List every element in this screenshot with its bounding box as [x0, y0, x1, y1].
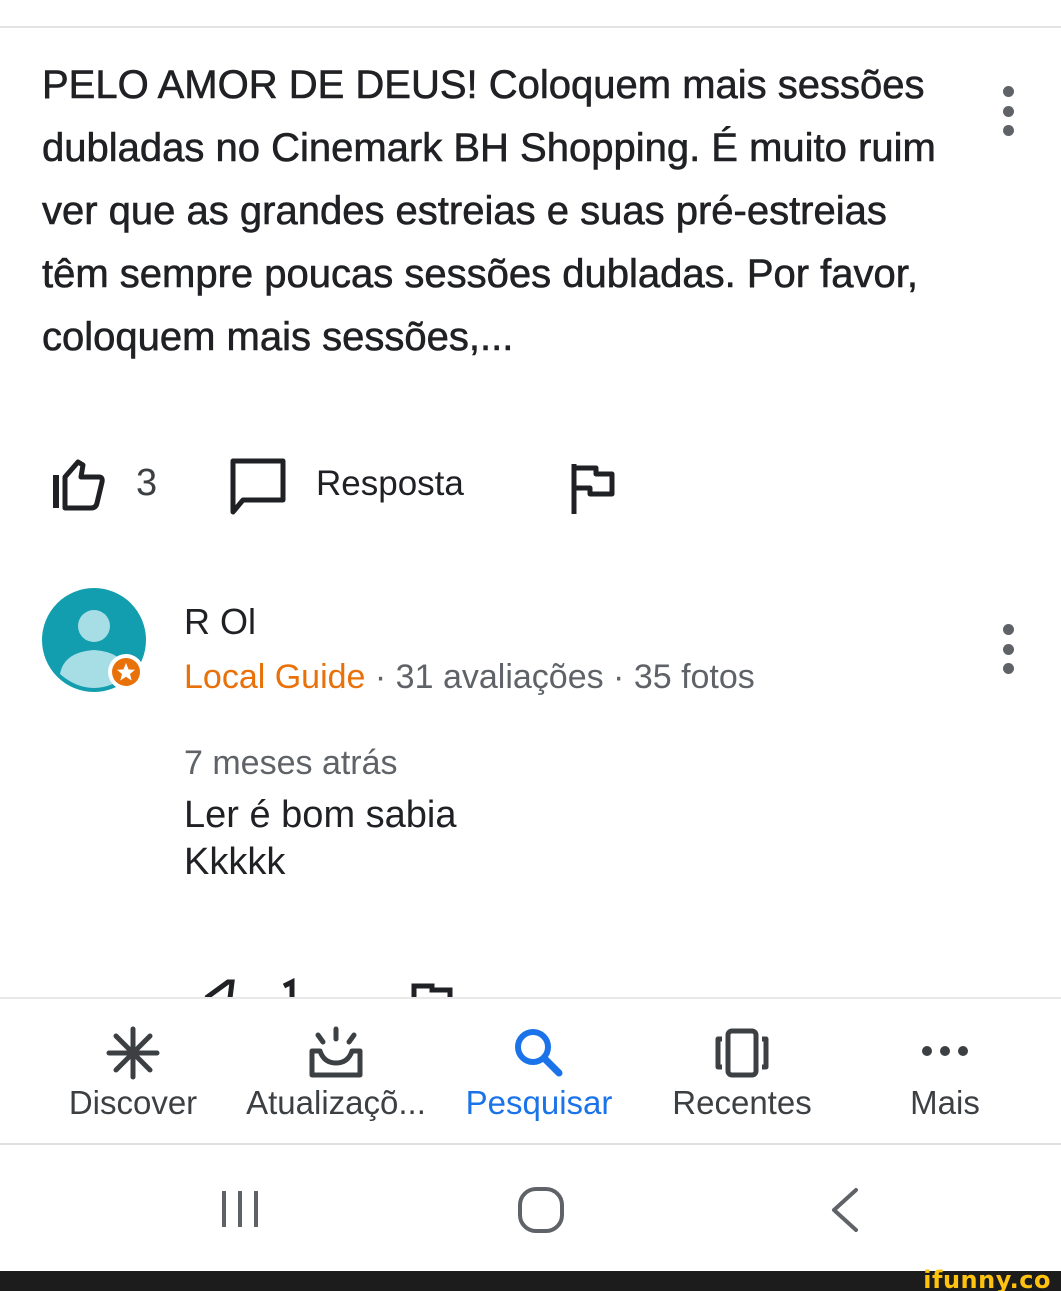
- bottom-navigation: Discover Atualizaçõ... Pesquisar Recente…: [0, 997, 1061, 1145]
- user-meta: Local Guide · 31 avaliações · 35 fotos: [184, 656, 755, 698]
- reply-icon[interactable]: [228, 456, 288, 518]
- reply-options-icon[interactable]: [998, 624, 1018, 674]
- user-name[interactable]: R Ol: [184, 600, 256, 644]
- nav-updates[interactable]: Atualizaçõ...: [236, 999, 436, 1145]
- nav-search[interactable]: Pesquisar: [439, 999, 639, 1145]
- flag-icon[interactable]: [568, 460, 618, 516]
- avatar[interactable]: [42, 588, 146, 692]
- reply-body: Ler é bom sabia Kkkkk: [184, 792, 457, 886]
- recent-apps-icon[interactable]: [218, 1189, 262, 1229]
- nav-recent-label: Recentes: [672, 1084, 812, 1121]
- watermark-logo: ifunny.co: [923, 1266, 1051, 1291]
- recent-icon: [715, 1028, 769, 1078]
- home-icon[interactable]: [516, 1185, 566, 1235]
- reply-button[interactable]: Resposta: [316, 462, 464, 506]
- discover-icon: [106, 1026, 160, 1080]
- thumbs-up-icon[interactable]: [48, 455, 108, 513]
- search-icon: [515, 1029, 563, 1077]
- nav-search-label: Pesquisar: [465, 1084, 613, 1121]
- watermark-bar: ifunny.co: [0, 1267, 1061, 1291]
- review-options-icon[interactable]: [998, 86, 1018, 136]
- review-actions: 3 Resposta: [0, 450, 1061, 520]
- reply-time: 7 meses atrás: [184, 744, 398, 782]
- updates-icon: [309, 1026, 363, 1078]
- review-text: PELO AMOR DE DEUS! Coloquem mais sessões…: [42, 63, 936, 360]
- nav-discover[interactable]: Discover: [33, 999, 233, 1145]
- top-divider: [0, 26, 1061, 28]
- partial-actions-row: [204, 978, 453, 998]
- system-navigation-bar: [0, 1145, 1061, 1271]
- back-icon[interactable]: [826, 1187, 862, 1233]
- user-stats: · 31 avaliações · 35 fotos: [365, 658, 755, 696]
- nav-more-label: Mais: [910, 1084, 980, 1121]
- nav-discover-label: Discover: [68, 1084, 198, 1121]
- like-count: 3: [136, 462, 158, 504]
- nav-updates-label: Atualizaçõ...: [246, 1084, 426, 1121]
- nav-recent[interactable]: Recentes: [642, 999, 842, 1145]
- screen: PELO AMOR DE DEUS! Coloquem mais sessões…: [0, 0, 1061, 1291]
- nav-more[interactable]: Mais: [845, 999, 1045, 1145]
- local-guide-badge: Local Guide: [184, 658, 366, 696]
- more-icon: [922, 1046, 968, 1056]
- reply-body-line: Ler é bom sabia: [184, 794, 457, 836]
- reply-body-line: Kkkkk: [184, 841, 286, 883]
